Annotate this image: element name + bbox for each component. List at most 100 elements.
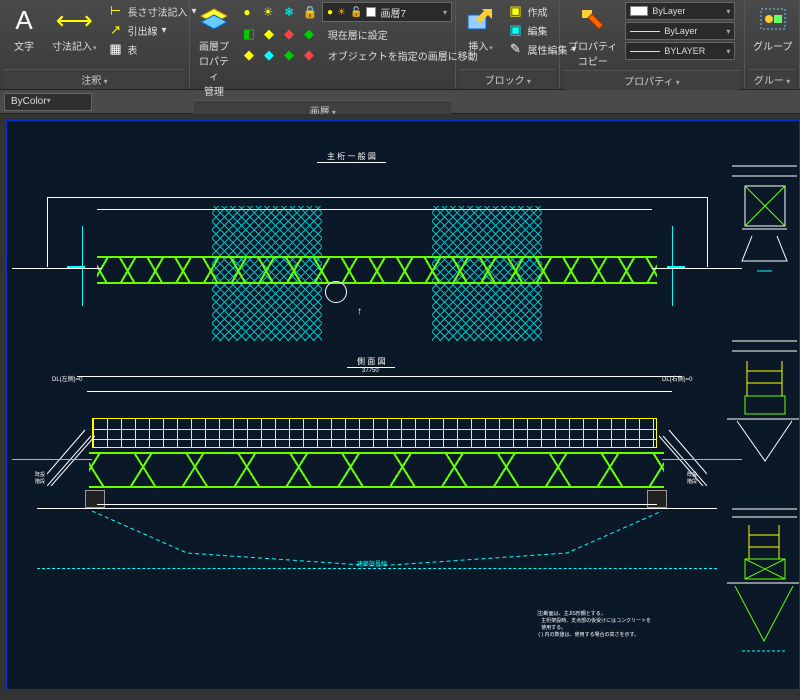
clearance-gauge: 建築限界線: [92, 511, 662, 571]
make-current-button[interactable]: ◧◆◆◆ 現在層に設定: [238, 25, 481, 43]
table-button[interactable]: ▦表: [105, 40, 200, 58]
sun-icon[interactable]: ☀: [259, 3, 277, 21]
stair-label-right: 既設 階段: [687, 471, 697, 485]
plot-style-value: ByColor: [11, 96, 47, 107]
linetype-dropdown[interactable]: BYLAYER▾: [625, 42, 735, 60]
handrail: [92, 418, 657, 448]
layers-icon: ◆: [261, 26, 277, 42]
ribbon: A 文字 ⟷ 寸法記入▾ ⊢長さ寸法記入 ▾ ↗引出線 ▾ ▦表 注釈 画層プロ…: [0, 0, 800, 90]
abutment-line-left: [12, 268, 102, 269]
panel-group-title[interactable]: グルー: [749, 69, 795, 89]
lineweight-dropdown[interactable]: ByLayer▾: [625, 22, 735, 40]
dim-ext-left: [47, 197, 48, 267]
ground-line: [37, 508, 717, 509]
panel-annotate: A 文字 ⟷ 寸法記入▾ ⊢長さ寸法記入 ▾ ↗引出線 ▾ ▦表 注釈: [0, 0, 190, 89]
color-dropdown[interactable]: ByLayer▾: [625, 2, 735, 20]
panel-properties-title[interactable]: プロパティ: [564, 70, 740, 90]
make-current-icon: ◧: [241, 26, 257, 42]
sun-icon: ☀: [337, 7, 346, 18]
color-swatch-icon: [366, 7, 376, 17]
panel-block-title[interactable]: ブロック: [460, 69, 555, 89]
plan-view: 主 桁 一 般 図 ↑: [17, 151, 717, 351]
leader-button[interactable]: ↗引出線 ▾: [105, 21, 200, 39]
elevation-title: 側 面 図: [347, 356, 395, 368]
dimension-button[interactable]: ⟷ 寸法記入▾: [48, 2, 101, 55]
chevron-down-icon: ▾: [726, 27, 730, 36]
drawing-notes: 注)断面は、主JIS形鋼とする。 主桁架設時、支点部の仮受けにはコンクリートを …: [537, 611, 651, 639]
segment-dims: [87, 391, 672, 392]
clearance-label: 建築限界線: [357, 559, 387, 568]
panel-group: グループ グルー: [745, 0, 800, 89]
chevron-down-icon: ▾: [443, 8, 447, 17]
main-truss: [89, 452, 664, 488]
group-icon: [757, 4, 789, 36]
layer-stack-icon: [198, 4, 230, 36]
insert-block-button[interactable]: 挿入▾: [460, 2, 500, 55]
text-icon: A: [8, 4, 40, 36]
group-button[interactable]: グループ: [749, 2, 796, 55]
drawing-canvas[interactable]: 主 桁 一 般 図 ↑ 側 面 図 37750 DL(左側)=0 DL(右側)=…: [6, 120, 800, 690]
panel-layer: 画層プロパティ 管理 ● ☀ ❄ 🔒 ● ☀ 🔓 画層7: [190, 0, 456, 89]
lineweight-icon: [630, 31, 660, 32]
drawing-area-wrap: 主 桁 一 般 図 ↑ 側 面 図 37750 DL(左側)=0 DL(右側)=…: [0, 114, 800, 700]
lock-icon[interactable]: 🔒: [301, 3, 319, 21]
match-properties-button[interactable]: プロパティ コピー: [564, 2, 621, 70]
chevron-down-icon: ▾: [726, 7, 730, 16]
chevron-down-icon: ▾: [726, 47, 730, 56]
overall-dimension: [47, 197, 707, 198]
text-button[interactable]: A 文字: [4, 2, 44, 55]
brush-icon: [577, 4, 609, 36]
linetype-icon: [630, 51, 660, 52]
span-dimension: [97, 209, 652, 210]
dim-label: 寸法記入: [52, 42, 92, 53]
elevation-view: 側 面 図 37750 DL(左側)=0 DL(右側)=0 建築限界線 既設 階…: [17, 356, 717, 566]
detail-section-2: [727, 331, 800, 471]
dimension-icon: ⟷: [58, 4, 90, 36]
edit-icon: ▣: [507, 22, 523, 38]
stair-right: [659, 426, 707, 486]
level-right: DL(右側)=0: [662, 374, 693, 383]
iso-icon: ◆: [241, 47, 257, 63]
on-icon: ◆: [281, 47, 297, 63]
insert-icon: [464, 4, 496, 36]
dim-ext-right: [707, 197, 708, 267]
span-value: 37750: [362, 368, 379, 374]
lock-icon: 🔓: [350, 7, 362, 18]
bulb-icon: ●: [327, 7, 333, 18]
truss-beam: [97, 256, 657, 284]
prev-icon: ◆: [301, 47, 317, 63]
match-label: プロパティ コピー: [568, 38, 617, 68]
level-left: DL(左側)=0: [52, 374, 83, 383]
ground-dashed: [37, 568, 717, 569]
layer-dropdown[interactable]: ● ☀ 🔓 画層7 ▾: [322, 2, 452, 22]
panel-block: 挿入▾ ▣作成 ▣編集 ✎属性編集 ▾ ブロック: [456, 0, 560, 89]
bulb-icon[interactable]: ●: [238, 3, 256, 21]
bearing-left: [85, 490, 105, 508]
panel-properties: プロパティ コピー ByLayer▾ ByLayer▾ BYLAYER▾ プロパ…: [560, 0, 745, 89]
stair-label-left: 既設 階段: [35, 471, 45, 485]
layer-mgr-label: 画層プロパティ 管理: [198, 38, 230, 98]
layer-properties-button[interactable]: 画層プロパティ 管理: [194, 2, 234, 100]
attr-icon: ✎: [507, 41, 523, 57]
freeze-icon[interactable]: ❄: [280, 3, 298, 21]
overall-dim-2: [77, 376, 682, 377]
under-dimension: [97, 504, 657, 505]
plot-style-dropdown[interactable]: ByColor ▾: [4, 93, 92, 111]
linear-dim-icon: ⊢: [108, 3, 124, 19]
bearing-right: [647, 490, 667, 508]
current-layer-name: 画層7: [380, 5, 406, 20]
chevron-down-icon: ▾: [47, 96, 51, 105]
move-to-layer-button[interactable]: ◆◆◆◆ オブジェクトを指定の画層に移動: [238, 46, 481, 64]
insert-label: 挿入: [468, 42, 488, 53]
detail-section-1: [727, 151, 800, 301]
center-mark-circle: [325, 281, 347, 303]
detail-section-3: [727, 501, 800, 681]
text-label: 文字: [14, 38, 34, 53]
off-icon: ◆: [261, 47, 277, 63]
north-arrow-icon: ↑: [357, 306, 362, 317]
lock-all-icon: ◆: [301, 26, 317, 42]
leader-icon: ↗: [108, 22, 124, 38]
linear-dim-button[interactable]: ⊢長さ寸法記入 ▾: [105, 2, 200, 20]
plan-title: 主 桁 一 般 図: [317, 151, 386, 163]
panel-annotate-title[interactable]: 注釈: [4, 69, 185, 89]
